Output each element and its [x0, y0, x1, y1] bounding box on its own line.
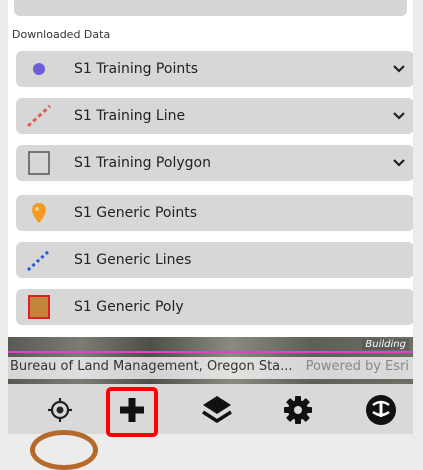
map-attribution-bar: Bureau of Land Management, Oregon Sta...… — [8, 357, 413, 379]
orange-pin-icon — [32, 203, 46, 223]
layer-label: S1 Training Line — [74, 108, 186, 124]
powered-by-esri[interactable]: Powered by Esri — [306, 359, 409, 374]
add-button-highlight — [106, 387, 158, 437]
empty-square-icon — [28, 151, 50, 175]
touch-indicator-ring — [30, 430, 98, 470]
locate-icon[interactable] — [40, 390, 80, 430]
map-boundary-line — [8, 351, 413, 353]
panel-top-strip — [14, 0, 407, 16]
section-title: Downloaded Data — [12, 28, 111, 41]
brown-square-icon — [28, 295, 50, 319]
map-building-tag: Building — [362, 339, 409, 350]
settings-icon[interactable] — [278, 390, 318, 430]
layer-row-generic-points[interactable]: S1 Generic Points — [16, 195, 413, 231]
bottom-toolbar — [8, 384, 413, 434]
blue-dot-icon — [33, 63, 45, 75]
layer-label: S1 Training Points — [74, 61, 198, 77]
layers-icon[interactable] — [197, 390, 237, 430]
blue-dashed-line-icon — [26, 248, 52, 272]
layer-label: S1 Generic Points — [74, 205, 198, 221]
layer-panel: Downloaded Data S1 Training Points S1 Tr… — [8, 0, 413, 337]
chevron-down-icon[interactable] — [392, 109, 406, 123]
layer-row-training-line[interactable]: S1 Training Line — [16, 98, 413, 134]
layer-row-generic-poly[interactable]: S1 Generic Poly — [16, 289, 413, 325]
layer-label: S1 Training Polygon — [74, 155, 211, 171]
layer-label: S1 Generic Lines — [74, 252, 192, 268]
red-dashed-line-icon — [26, 104, 52, 128]
layer-row-training-polygon[interactable]: S1 Training Polygon — [16, 145, 413, 181]
layer-row-training-points[interactable]: S1 Training Points — [16, 51, 413, 87]
layer-row-generic-lines[interactable]: S1 Generic Lines — [16, 242, 413, 278]
chevron-down-icon[interactable] — [392, 156, 406, 170]
map-attribution: Bureau of Land Management, Oregon Sta... — [10, 359, 293, 374]
chevron-down-icon[interactable] — [392, 62, 406, 76]
layer-label: S1 Generic Poly — [74, 299, 184, 315]
profile-logo-icon[interactable] — [361, 390, 401, 430]
